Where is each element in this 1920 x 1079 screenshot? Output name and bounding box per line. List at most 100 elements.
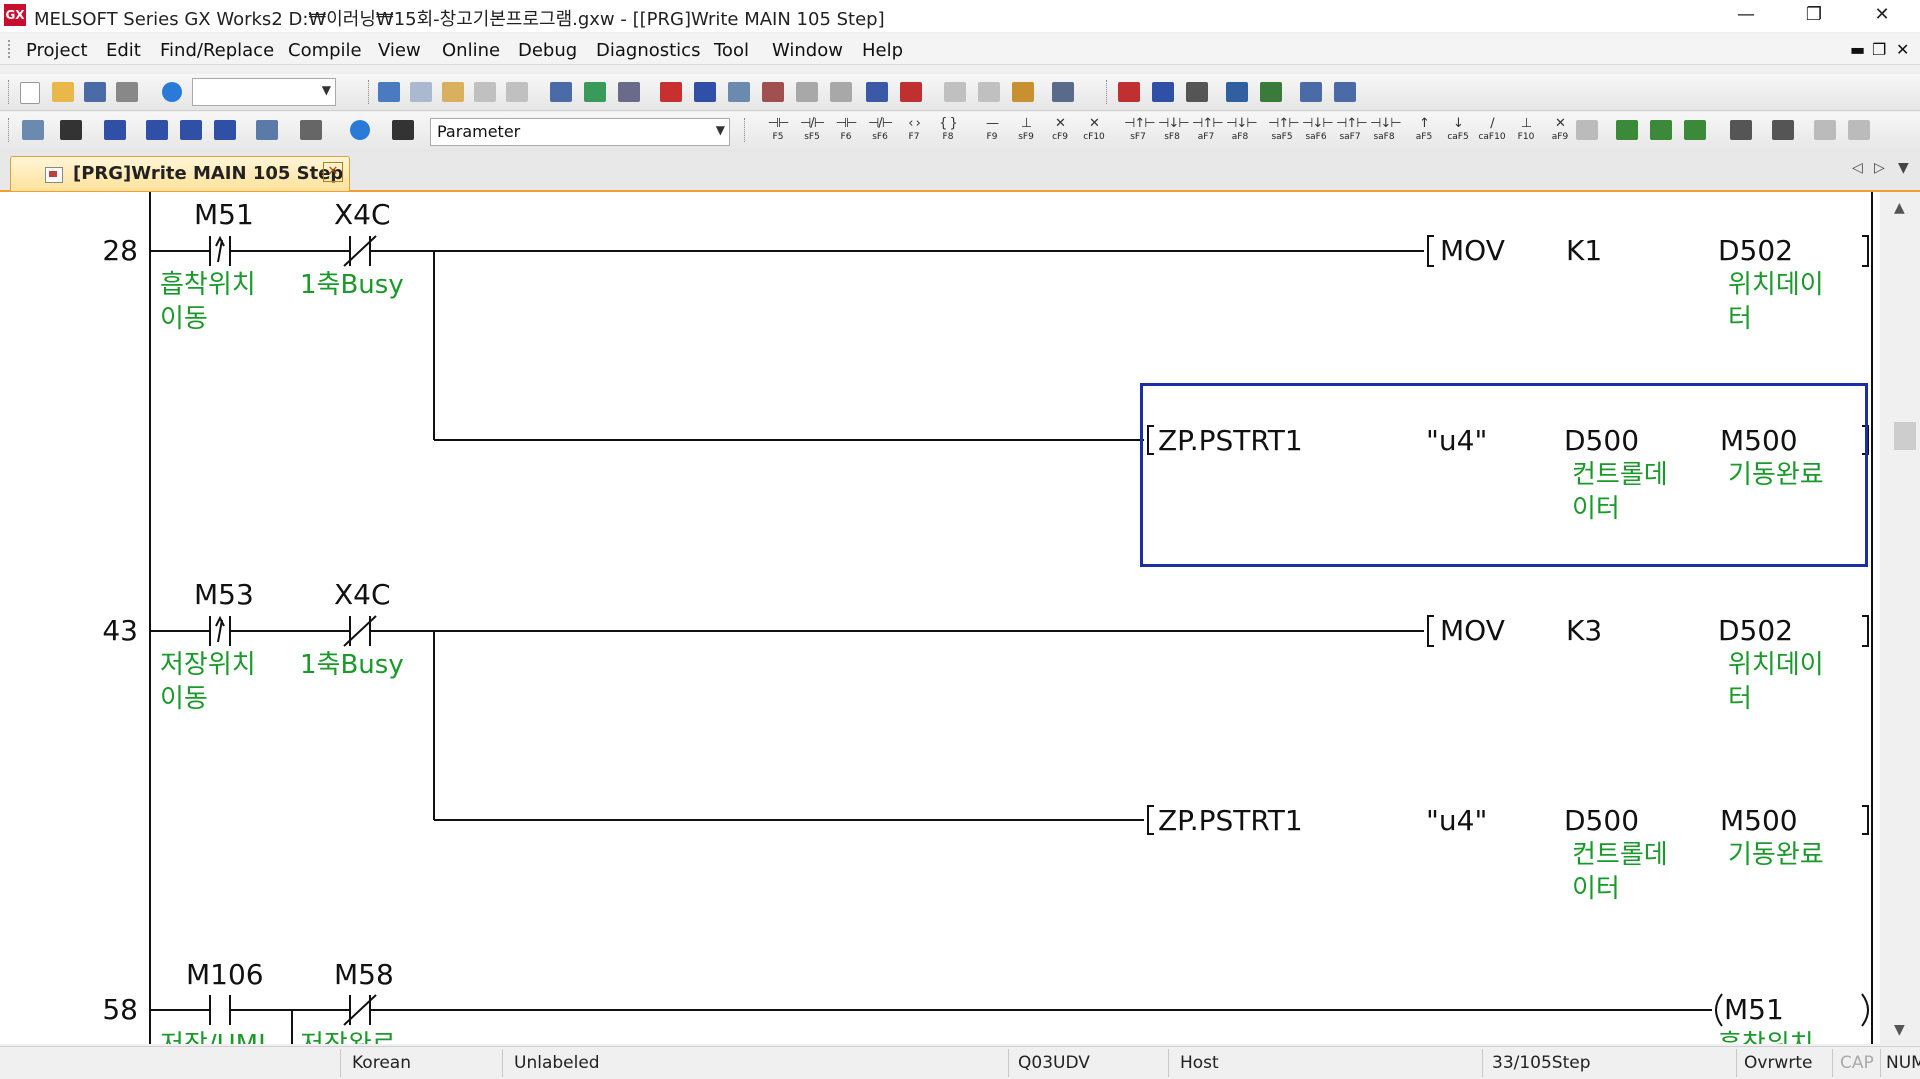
monitor-stop-icon[interactable]	[796, 82, 818, 102]
module-icon[interactable]	[60, 120, 82, 140]
redo-icon[interactable]	[506, 82, 528, 102]
watch-icon[interactable]	[256, 120, 278, 140]
undo-icon[interactable]	[474, 82, 496, 102]
fkey-button-af8[interactable]: ⊣↓⊢ aF8	[1226, 116, 1258, 144]
ladder-insert-icon[interactable]	[1118, 82, 1140, 102]
instruction-arg[interactable]: D500	[1564, 804, 1639, 837]
contact-device[interactable]: M53	[194, 578, 254, 611]
menu-find-replace[interactable]: Find/Replace	[160, 40, 274, 61]
fkey-button-cf9[interactable]: ✕ cF9	[1046, 116, 1074, 144]
convert-all-icon[interactable]	[1650, 120, 1672, 140]
device-watch-icon[interactable]	[300, 120, 322, 140]
ladder-monitor-icon[interactable]	[584, 82, 606, 102]
toolbar-grip[interactable]	[8, 118, 11, 142]
fkey-button-f7[interactable]: ‹ › F7	[900, 116, 928, 144]
instruction-arg[interactable]: M500	[1720, 804, 1798, 837]
cross-ref-icon[interactable]	[1012, 82, 1034, 102]
toggle-comment-icon[interactable]	[1576, 120, 1598, 140]
tab-list-icon[interactable]: ▼	[1898, 160, 1909, 176]
parameter-combo[interactable]: Parameter ▼	[430, 118, 730, 146]
instruction-op[interactable]: ZP.PSTRT1	[1158, 804, 1303, 837]
tab-prg-write-main[interactable]: [PRG]Write MAIN 105 Step ✕	[10, 156, 350, 191]
cut-icon[interactable]	[378, 82, 400, 102]
restore-button[interactable]: ❐	[1784, 0, 1844, 32]
fkey-button-sf5[interactable]: ⊣/⊢ sF5	[798, 116, 826, 144]
monitor-start-icon[interactable]	[762, 82, 784, 102]
menu-compile[interactable]: Compile	[288, 40, 362, 61]
menu-window[interactable]: Window	[772, 40, 843, 61]
print-icon[interactable]	[116, 82, 138, 102]
ladder-editor[interactable]: 28 M51 흡착위치 이동 X4C 1축Busy MOV K1 D502 위치데…	[0, 192, 1880, 1044]
menu-online[interactable]: Online	[442, 40, 500, 61]
menu-view[interactable]: View	[378, 40, 421, 61]
close-button[interactable]: ✕	[1852, 0, 1912, 32]
fkey-button-sf6[interactable]: ⊣/⊢ sF6	[866, 116, 894, 144]
fkey-button-sf8[interactable]: ⊣↓⊢ sF8	[1158, 116, 1190, 144]
device-search-icon[interactable]	[550, 82, 572, 102]
write-mode-icon[interactable]	[618, 82, 640, 102]
ladder-delete-icon[interactable]	[1152, 82, 1174, 102]
device-dev2-icon[interactable]	[180, 120, 202, 140]
fkey-button-sf9[interactable]: ⊥ sF9	[1012, 116, 1040, 144]
fkey-button-f5[interactable]: ⊣⊢ F5	[764, 116, 792, 144]
contact-device[interactable]: M106	[186, 958, 264, 991]
device-batch-icon[interactable]	[866, 82, 888, 102]
menu-help[interactable]: Help	[862, 40, 903, 61]
scroll-up-icon[interactable]: ▲	[1894, 200, 1905, 216]
mdi-close-button[interactable]: ✕	[1896, 40, 1909, 59]
window-list-icon[interactable]	[104, 120, 126, 140]
fkey-button-saf7[interactable]: ⊣↑⊢ saF7	[1336, 116, 1368, 144]
menu-tool[interactable]: Tool	[714, 40, 749, 61]
instruction-op[interactable]: MOV	[1440, 614, 1505, 647]
device-dev3-icon[interactable]	[214, 120, 236, 140]
menu-project[interactable]: Project	[26, 40, 88, 61]
menu-edit[interactable]: Edit	[106, 40, 141, 61]
instruction-arg[interactable]: K3	[1566, 614, 1602, 647]
instruction-arg[interactable]: D502	[1718, 234, 1793, 267]
write-to-plc-icon[interactable]	[660, 82, 682, 102]
tab-close-icon[interactable]: ✕	[323, 162, 343, 182]
fkey-button-caf5[interactable]: ↓ caF5	[1444, 116, 1472, 144]
fkey-button-f8[interactable]: { } F8	[934, 116, 962, 144]
fkey-button-sf7[interactable]: ⊣↑⊢ sF7	[1124, 116, 1156, 144]
scroll-thumb[interactable]	[1894, 422, 1916, 450]
fkey-button-saf6[interactable]: ⊣↓⊢ saF6	[1302, 116, 1334, 144]
sfc-icon[interactable]	[1300, 82, 1322, 102]
ladder-line-icon[interactable]	[1186, 82, 1208, 102]
list-icon[interactable]	[1814, 120, 1836, 140]
new-file-icon[interactable]	[20, 82, 40, 104]
display-icon[interactable]	[1052, 82, 1074, 102]
instruction-op[interactable]: MOV	[1440, 234, 1505, 267]
fkey-button-af5[interactable]: ↑ aF5	[1410, 116, 1438, 144]
fkey-button-af7[interactable]: ⊣↑⊢ aF7	[1192, 116, 1224, 144]
sfc-block-icon[interactable]	[1334, 82, 1356, 102]
help-icon[interactable]	[162, 82, 182, 102]
fkey-button-f6[interactable]: ⊣⊢ F6	[832, 116, 860, 144]
paste-icon[interactable]	[442, 82, 464, 102]
menu-debug[interactable]: Debug	[518, 40, 577, 61]
vertical-scrollbar[interactable]: ▲ ▼	[1880, 192, 1920, 1044]
navigation-icon[interactable]	[22, 120, 44, 140]
menu-grip[interactable]	[8, 40, 13, 58]
menu-diagnostics[interactable]: Diagnostics	[596, 40, 700, 61]
contact-device[interactable]: X4C	[334, 198, 391, 231]
verify-icon[interactable]	[728, 82, 750, 102]
fkey-button-f10[interactable]: ⊥ F10	[1512, 116, 1540, 144]
jump-icon[interactable]	[1260, 82, 1282, 102]
tab-scroll-right-icon[interactable]: ▷	[1874, 160, 1885, 176]
binoculars-icon[interactable]	[392, 120, 414, 140]
instruction-arg[interactable]: "u4"	[1426, 804, 1487, 837]
mdi-restore-button[interactable]: ❐	[1872, 40, 1886, 59]
toolbar-combo[interactable]: ▼	[192, 78, 336, 106]
contact-device[interactable]: M58	[334, 958, 394, 991]
contact-device[interactable]: M51	[194, 198, 254, 231]
fkey-button-saf5[interactable]: ⊣↑⊢ saF5	[1268, 116, 1300, 144]
device-comment-icon[interactable]	[1848, 120, 1870, 140]
tab-scroll-left-icon[interactable]: ◁	[1852, 160, 1863, 176]
question-icon[interactable]	[350, 120, 370, 140]
contact-device[interactable]: X4C	[334, 578, 391, 611]
read-from-plc-icon[interactable]	[694, 82, 716, 102]
toolbar-grip[interactable]	[8, 80, 11, 104]
ladder-convert-icon[interactable]	[1616, 120, 1638, 140]
instruction-arg[interactable]: D502	[1718, 614, 1793, 647]
